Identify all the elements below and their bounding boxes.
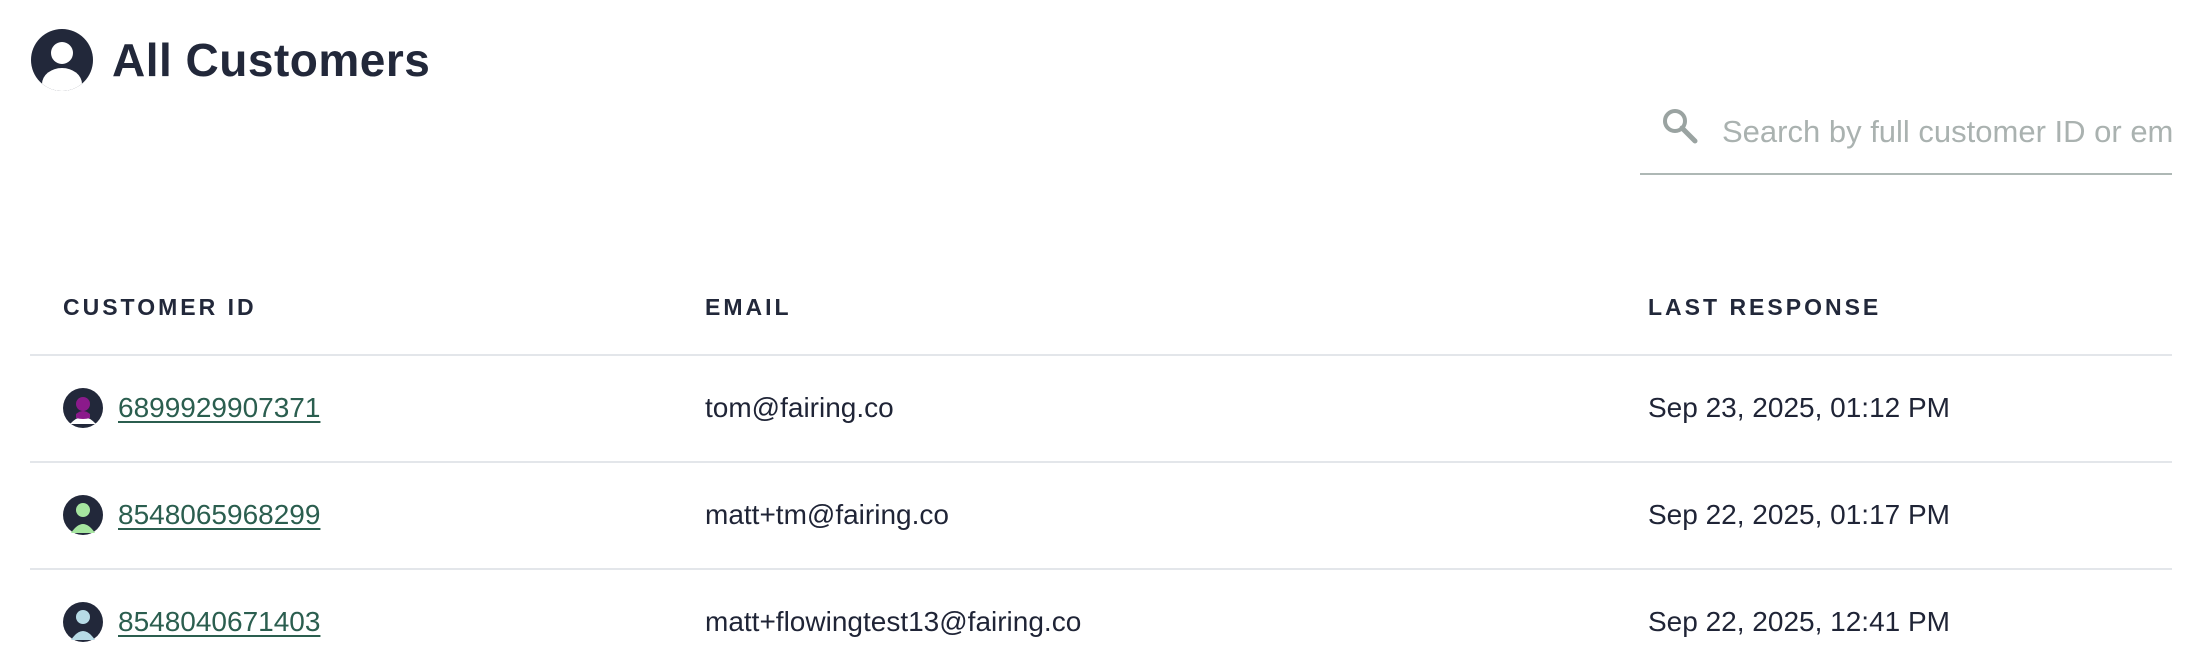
table-header: CUSTOMER ID EMAIL LAST RESPONSE xyxy=(30,270,2172,356)
avatar xyxy=(63,388,103,428)
customer-id-link[interactable]: 8548040671403 xyxy=(118,606,320,638)
page-title: All Customers xyxy=(112,34,431,86)
page-header: All Customers xyxy=(30,28,430,92)
user-icon xyxy=(31,29,93,91)
search-field[interactable] xyxy=(1640,98,2172,175)
email-cell: matt+flowingtest13@fairing.co xyxy=(705,606,1082,637)
last-response-cell: Sep 22, 2025, 01:17 PM xyxy=(1648,499,1950,530)
email-cell: matt+tm@fairing.co xyxy=(705,499,949,530)
customer-id-link[interactable]: 8548065968299 xyxy=(118,499,320,531)
avatar xyxy=(63,495,103,535)
avatar-head xyxy=(76,397,90,411)
table-row: 8548065968299 matt+tm@fairing.co Sep 22,… xyxy=(30,463,2172,570)
search-icon xyxy=(1663,109,1698,144)
last-response-cell: Sep 22, 2025, 12:41 PM xyxy=(1648,606,1950,637)
column-header-email: EMAIL xyxy=(705,294,792,320)
customers-table: CUSTOMER ID EMAIL LAST RESPONSE 68999299… xyxy=(30,270,2172,662)
search-input[interactable] xyxy=(1720,106,2172,158)
last-response-cell: Sep 23, 2025, 01:12 PM xyxy=(1648,392,1950,423)
column-header-customer-id: CUSTOMER ID xyxy=(63,294,257,320)
email-cell: tom@fairing.co xyxy=(705,392,894,423)
column-header-last-response: LAST RESPONSE xyxy=(1648,294,1882,320)
customers-page: All Customers CUSTOMER ID EMAIL LAST RES… xyxy=(0,0,2194,662)
customer-id-link[interactable]: 6899929907371 xyxy=(118,392,320,424)
table-row: 6899929907371 tom@fairing.co Sep 23, 202… xyxy=(30,356,2172,463)
table-row: 8548040671403 matt+flowingtest13@fairing… xyxy=(30,570,2172,662)
avatar xyxy=(63,602,103,642)
